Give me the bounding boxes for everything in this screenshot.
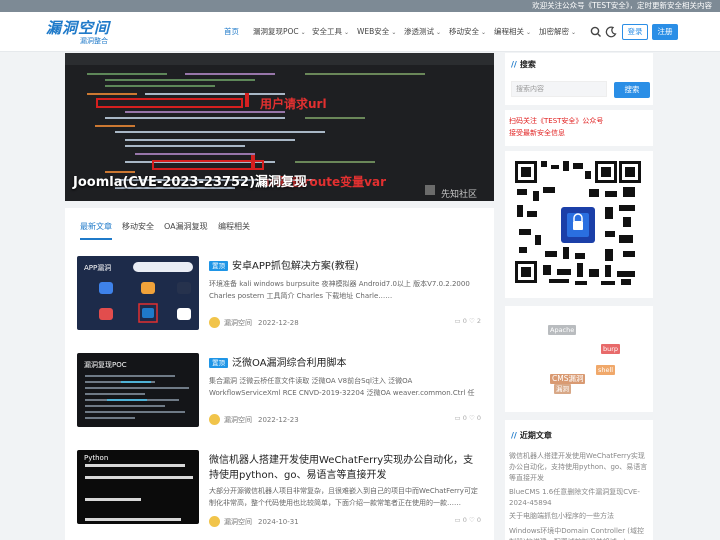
notice-text: 欢迎关注公众号《TEST安全》，定时更新安全相关内容 [532, 1, 712, 10]
tab-oa-vuln[interactable]: OA漏洞复现 [164, 208, 208, 244]
hero-banner[interactable]: 用户请求url url覆盖route变量var Joomla(CVE-2023-… [65, 53, 494, 201]
thumbnail-label: 漏洞复现POC [84, 361, 127, 369]
chevron-down-icon: ⌄ [481, 29, 487, 36]
article-excerpt: 集合漏洞 泛微云桥任意文件读取 泛微OA V8前台Sql注入 泛微OA Work… [209, 377, 475, 397]
hero-annotation-1: 用户请求url [260, 97, 327, 111]
article-thumbnail[interactable]: APP漏洞 [77, 256, 199, 330]
author-name[interactable]: 漏洞空间 [224, 319, 252, 327]
list-item[interactable]: 漏洞复现POC 置顶 泛微OA漏洞综合利用脚本 集合漏洞 泛微云桥任意文件读取 泛… [77, 353, 487, 435]
article-meta: 漏洞空间 2024-10-31 ▭ 0 ♡ 0 [209, 516, 481, 528]
article-excerpt: 环境准备 kali windows burpsuite 夜神模拟器 Androi… [209, 280, 470, 300]
notice-bar: 欢迎关注公众号《TEST安全》，定时更新安全相关内容 [0, 0, 720, 12]
chevron-down-icon: ⌄ [391, 29, 397, 36]
site-logo[interactable]: 漏洞空间 漏洞整合 [46, 17, 116, 47]
author-name[interactable]: 漏洞空间 [224, 416, 252, 424]
avatar[interactable] [209, 414, 220, 425]
logo-title: 漏洞空间 [46, 19, 111, 37]
post-date: 2022-12-28 [258, 319, 299, 327]
article-title[interactable]: 置顶 泛微OA漏洞综合利用脚本 [209, 356, 479, 371]
tab-mobile-security[interactable]: 移动安全 [122, 208, 154, 244]
thumbnail-label: Python [84, 454, 109, 462]
nav-item-security-tools[interactable]: 安全工具 ⌄ [312, 12, 349, 52]
nav-item-home[interactable]: 首页 [224, 12, 239, 52]
promo-line-1[interactable]: 扫码关注《TEST安全》公众号 [509, 115, 603, 127]
widget-title: //搜索 [511, 60, 536, 69]
recent-post-link[interactable]: BlueCMS 1.6任意删除文件漏洞复现CVE-2024-45894 [509, 487, 649, 509]
qr-code [513, 159, 641, 290]
article-stats: ▭ 0 ♡ 0 [454, 414, 481, 422]
avatar[interactable] [209, 317, 220, 328]
article-title[interactable]: 微信机器人搭建开发使用WeChatFerry实现办公自动化，支持使用python… [209, 453, 479, 483]
tag-burp[interactable]: burp [601, 344, 621, 354]
qr-widget [505, 151, 653, 298]
article-stats: ▭ 0 ♡ 2 [454, 317, 481, 325]
search-button[interactable]: 搜索 [614, 82, 650, 98]
post-date: 2022-12-23 [258, 416, 299, 424]
site-header: 漏洞空间 漏洞整合 首页 漏洞复现POC ⌄ 安全工具 ⌄ WEB安全 ⌄ 渗透测试 ⌄… [0, 12, 720, 52]
promo-line-2: 接受最新安全信息 [509, 129, 565, 137]
nav-item-mobile-security[interactable]: 移动安全 ⌄ [449, 12, 486, 52]
list-item[interactable]: Python 微信机器人搭建开发使用WeChatFerry实现办公自动化，支持使… [77, 450, 487, 532]
avatar[interactable] [209, 516, 220, 527]
article-stats: ▭ 0 ♡ 0 [454, 516, 481, 524]
hero-watermark: 先知社区 [441, 190, 478, 200]
tab-latest[interactable]: 最新文章 [80, 208, 112, 244]
pinned-badge: 置顶 [209, 358, 228, 368]
search-icon[interactable] [589, 25, 603, 39]
nav-item-crypto[interactable]: 加密解密 ⌄ [539, 12, 576, 52]
nav-item-vuln-poc[interactable]: 漏洞复现POC ⌄ [253, 12, 306, 52]
article-meta: 漏洞空间 2022-12-28 ▭ 0 ♡ 2 [209, 317, 481, 329]
moon-icon[interactable] [604, 25, 618, 39]
chevron-down-icon: ⌄ [436, 29, 442, 36]
author-name[interactable]: 漏洞空间 [224, 518, 252, 526]
article-thumbnail[interactable]: Python [77, 450, 199, 524]
tag-shell[interactable]: shell [596, 365, 616, 375]
list-item[interactable]: APP漏洞 置顶 安卓APP抓包解决方案(教程) 环境准备 kali window… [77, 256, 487, 338]
article-meta: 漏洞空间 2022-12-23 ▭ 0 ♡ 0 [209, 414, 481, 426]
chevron-down-icon: ⌄ [344, 29, 350, 36]
tag-vuln[interactable]: 漏洞 [554, 384, 571, 394]
tab-programming[interactable]: 编程相关 [218, 208, 250, 244]
pinned-badge: 置顶 [209, 261, 228, 271]
chevron-down-icon: ⌄ [526, 29, 532, 36]
register-button[interactable]: 注册 [652, 24, 678, 40]
tag-apache[interactable]: Apache [548, 325, 577, 335]
hero-title[interactable]: Joomla(CVE-2023-23752)漏洞复现 [73, 171, 307, 190]
widget-title: //近期文章 [511, 431, 552, 440]
recent-post-link[interactable]: 关于电脑端抓包小程序的一些方法 [509, 511, 649, 522]
search-input[interactable]: 搜索内容 [511, 81, 607, 97]
article-title[interactable]: 置顶 安卓APP抓包解决方案(教程) [209, 259, 479, 274]
post-date: 2024-10-31 [258, 518, 299, 526]
tag-cloud-widget [505, 306, 653, 412]
chevron-down-icon: ⌄ [300, 29, 306, 36]
article-panel: 最新文章 移动安全 OA漏洞复现 编程相关 APP漏洞 置顶 安卓APP抓包解决方… [65, 208, 494, 540]
nav-item-pentest[interactable]: 渗透测试 ⌄ [404, 12, 441, 52]
nav-item-web-security[interactable]: WEB安全 ⌄ [357, 12, 396, 52]
recent-post-link[interactable]: 微信机器人搭建开发使用WeChatFerry实现办公自动化，支持使用python… [509, 451, 649, 484]
login-button[interactable]: 登录 [622, 24, 648, 40]
tag-cms-vuln[interactable]: CMS漏洞 [550, 374, 586, 384]
article-excerpt: 大部分开源微信机器人项目非常复杂，且很难嵌入到自己的项目中而WeChatFerr… [209, 487, 478, 507]
thumbnail-label: APP漏洞 [84, 264, 112, 272]
logo-subtitle: 漏洞整合 [80, 37, 108, 45]
nav-item-programming[interactable]: 编程相关 ⌄ [494, 12, 531, 52]
recent-post-link[interactable]: Windows环境中Domain Controller (域控制器)的搭建，配置… [509, 526, 649, 540]
article-thumbnail[interactable]: 漏洞复现POC [77, 353, 199, 427]
chevron-down-icon: ⌄ [571, 29, 577, 36]
